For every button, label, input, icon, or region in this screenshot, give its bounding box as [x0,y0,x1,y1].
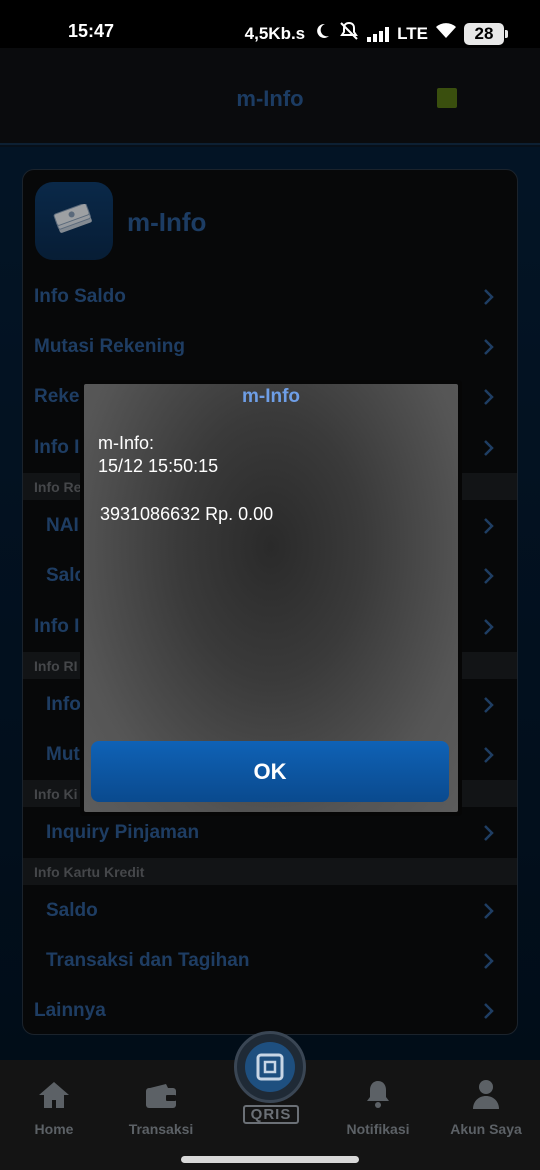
status-bar: 15:47 4,5Kb.s LTE 28 [0,0,540,48]
dialog-timestamp: 15/12 15:50:15 [98,456,219,476]
home-icon [4,1076,104,1110]
user-icon [436,1076,536,1110]
network-type: LTE [397,23,428,43]
status-time: 15:47 [68,21,115,41]
nav-home[interactable]: Home [4,1076,104,1137]
network-speed: 4,5Kb.s [244,23,306,43]
dialog-title: m-Info [241,386,301,407]
ok-button[interactable]: OK [91,741,449,802]
nav-label: Notifikasi [346,1121,410,1137]
nav-label: Akun Saya [450,1121,522,1137]
nav-notifikasi[interactable]: Notifikasi [328,1076,428,1137]
nav-label: Transaksi [128,1121,194,1137]
home-indicator[interactable] [181,1156,359,1163]
battery-icon: 28 [464,22,508,45]
info-dialog: m-Info m-Info: 15/12 15:50:15 3931086632… [80,380,462,816]
qris-button[interactable] [234,1031,306,1103]
status-icons: 4,5Kb.s LTE 28 [244,21,508,46]
nav-transaksi[interactable]: Transaksi [111,1076,211,1137]
nav-akun-saya[interactable]: Akun Saya [436,1076,536,1137]
moon-icon [313,22,331,45]
nav-label: Home [34,1121,74,1137]
dialog-line: m-Info: [98,433,155,453]
wallet-icon [111,1076,211,1110]
qris-label: QRIS [243,1105,299,1124]
signal-icon [367,26,390,42]
wifi-icon [436,23,456,44]
qris-icon [245,1042,295,1092]
dialog-balance: 3931086632 Rp. 0.00 [100,504,274,524]
dialog-message: m-Info: 15/12 15:50:15 3931086632 Rp. 0.… [98,432,273,526]
bell-icon [328,1076,428,1110]
mute-bell-icon [339,21,359,46]
